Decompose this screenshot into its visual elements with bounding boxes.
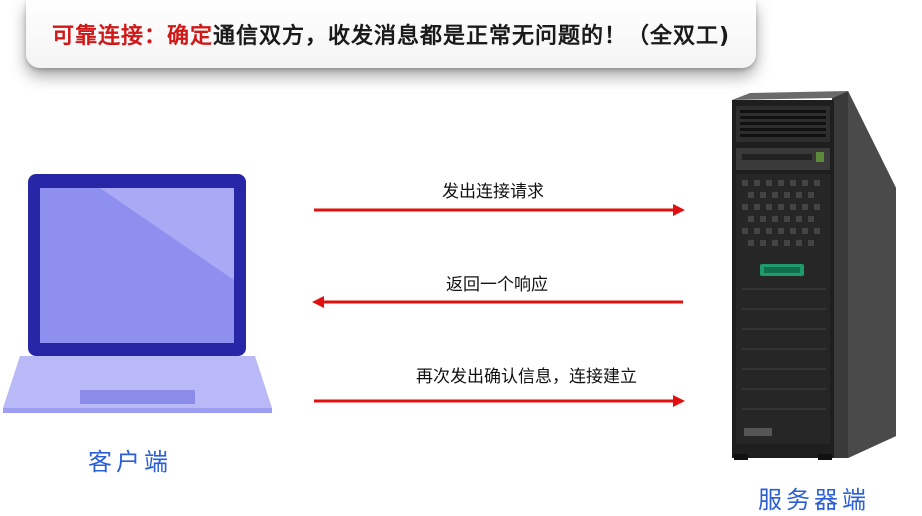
message-response: 返回一个响应 bbox=[446, 275, 548, 295]
laptop-icon bbox=[3, 174, 272, 413]
title-highlight-1: 可靠连接： bbox=[51, 24, 167, 49]
client-label: 客户端 bbox=[88, 448, 172, 476]
title-banner: 可靠连接： 确定 通信双方，收发消息都是正常无问题的！（全双工) bbox=[26, 0, 756, 68]
arrow-response bbox=[312, 296, 683, 308]
message-confirm: 再次发出确认信息，连接建立 bbox=[416, 367, 637, 387]
title-highlight-2: 确定 bbox=[166, 24, 213, 49]
server-label: 服务器端 bbox=[758, 486, 870, 514]
server-icon bbox=[732, 91, 896, 460]
title-rest: 通信双方，收发消息都是正常无问题的！（全双工) bbox=[212, 24, 731, 49]
arrow-request bbox=[314, 204, 685, 216]
message-request: 发出连接请求 bbox=[442, 182, 544, 202]
arrow-confirm bbox=[314, 395, 685, 407]
